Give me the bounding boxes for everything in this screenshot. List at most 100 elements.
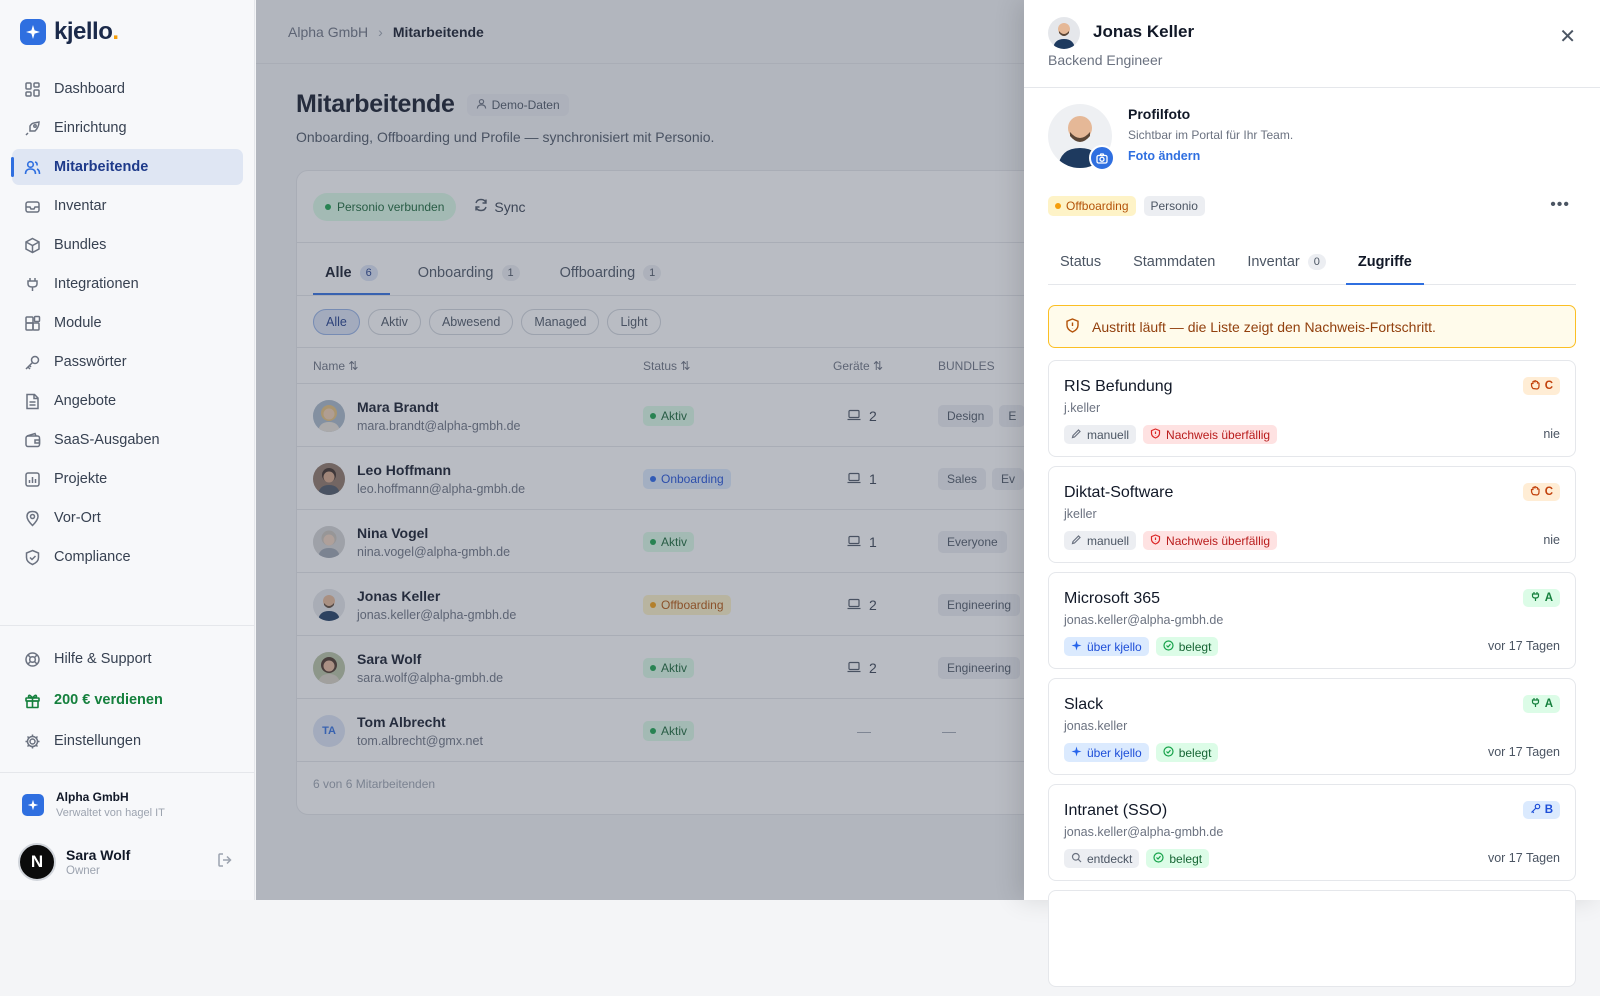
tab-inventar[interactable]: Inventar 0 bbox=[1235, 240, 1338, 285]
sidebar-item-label: Vor-Ort bbox=[54, 510, 101, 526]
close-icon[interactable]: ✕ bbox=[1559, 24, 1576, 49]
access-list: RIS Befundung j.keller manuell Nachweis … bbox=[1048, 360, 1576, 996]
plug-icon bbox=[1530, 591, 1541, 605]
profile-photo-section: Profilfoto Sichtbar im Portal für Ihr Te… bbox=[1048, 104, 1294, 171]
alert-icon bbox=[1150, 427, 1161, 442]
sidebar-item-label: Mitarbeitende bbox=[54, 159, 149, 175]
shield-icon bbox=[23, 548, 41, 566]
wallet-icon bbox=[23, 431, 41, 449]
sidebar-item-label: Hilfe & Support bbox=[54, 651, 152, 667]
package-icon bbox=[23, 236, 41, 254]
gift-icon bbox=[23, 691, 41, 709]
access-app-name: Intranet (SSO) bbox=[1064, 802, 1168, 819]
sidebar-item-label: Einstellungen bbox=[54, 733, 142, 749]
sidebar-item-mitarbeitende[interactable]: Mitarbeitende bbox=[11, 149, 243, 185]
sidebar-nav: Dashboard Einrichtung Mitarbeitende Inve… bbox=[11, 71, 243, 578]
last-seen: nie bbox=[1543, 533, 1560, 547]
pencil-icon bbox=[1071, 428, 1082, 442]
sidebar-item-projekte[interactable]: Projekte bbox=[12, 461, 243, 497]
sidebar-item-label: SaaS-Ausgaben bbox=[54, 432, 160, 448]
check-circle-icon bbox=[1153, 851, 1164, 866]
camera-icon[interactable] bbox=[1089, 145, 1115, 171]
sidebar-item-angebote[interactable]: Angebote bbox=[12, 383, 243, 419]
access-card[interactable]: Intranet (SSO) jonas.keller@alpha-gmbh.d… bbox=[1048, 784, 1576, 881]
sidebar-item-einstellungen[interactable]: Einstellungen bbox=[12, 723, 243, 759]
access-username: j.keller bbox=[1064, 401, 1101, 415]
evidence-tag: belegt bbox=[1155, 637, 1219, 656]
change-photo-link[interactable]: Foto ändern bbox=[1128, 149, 1293, 163]
last-seen: vor 17 Tagen bbox=[1487, 851, 1560, 865]
source-tag: manuell bbox=[1064, 531, 1137, 550]
org-managed-by: Verwaltet von hagel IT bbox=[56, 807, 165, 819]
user-profile[interactable]: N Sara Wolf Owner bbox=[18, 843, 233, 881]
blocks-icon bbox=[23, 314, 41, 332]
access-level-badge: A bbox=[1522, 589, 1560, 607]
source-tag: über kjello bbox=[1064, 743, 1149, 762]
org-name: Alpha GmbH bbox=[56, 790, 129, 804]
grid-icon bbox=[23, 80, 41, 98]
sidebar-item-einrichtung[interactable]: Einrichtung bbox=[12, 110, 243, 146]
user-role: Owner bbox=[66, 865, 100, 877]
inbox-icon bbox=[23, 197, 41, 215]
sidebar-item-dashboard[interactable]: Dashboard bbox=[12, 71, 243, 107]
check-circle-icon bbox=[1163, 639, 1174, 654]
source-badge: Personio bbox=[1143, 196, 1205, 216]
chart-icon bbox=[23, 470, 41, 488]
access-username: jkeller bbox=[1064, 507, 1097, 521]
source-tag: manuell bbox=[1064, 425, 1137, 444]
evidence-tag: Nachweis überfällig bbox=[1143, 425, 1278, 444]
profile-photo-hint: Sichtbar im Portal für Ihr Team. bbox=[1128, 128, 1294, 142]
last-seen: vor 17 Tagen bbox=[1487, 639, 1560, 653]
sidebar-divider bbox=[0, 625, 254, 626]
sidebar-item-label: 200 € verdienen bbox=[54, 692, 163, 708]
access-app-name: Microsoft 365 bbox=[1064, 590, 1161, 607]
access-card[interactable]: Diktat-Software jkeller manuell Nachweis… bbox=[1048, 466, 1576, 563]
sidebar-item-module[interactable]: Module bbox=[12, 305, 243, 341]
sidebar-item-label: Module bbox=[54, 315, 102, 331]
users-icon bbox=[23, 158, 41, 176]
access-card[interactable] bbox=[1048, 890, 1576, 987]
access-username: jonas.keller@alpha-gmbh.de bbox=[1064, 613, 1224, 627]
sidebar-item-bundles[interactable]: Bundles bbox=[12, 227, 243, 263]
rocket-icon bbox=[23, 119, 41, 137]
tab-status[interactable]: Status bbox=[1048, 240, 1113, 285]
key-icon bbox=[1530, 803, 1541, 817]
sidebar-item-label: Inventar bbox=[54, 198, 107, 214]
access-level-badge: A bbox=[1522, 695, 1560, 713]
drawer-tags: Offboarding Personio bbox=[1048, 196, 1205, 216]
sidebar-item-integrationen[interactable]: Integrationen bbox=[12, 266, 243, 302]
drawer-tabs: Status Stammdaten Inventar 0 Zugriffe bbox=[1048, 240, 1576, 285]
sidebar-item-passwoerter[interactable]: Passwörter bbox=[12, 344, 243, 380]
sidebar-item-saas-ausgaben[interactable]: SaaS-Ausgaben bbox=[12, 422, 243, 458]
sidebar-item-vor-ort[interactable]: Vor-Ort bbox=[12, 500, 243, 536]
sidebar-item-label: Projekte bbox=[54, 471, 108, 487]
sidebar-divider bbox=[0, 772, 254, 773]
drawer-employee-role: Backend Engineer bbox=[1048, 52, 1163, 68]
access-card[interactable]: Slack jonas.keller über kjello belegt vo… bbox=[1048, 678, 1576, 775]
hand-icon bbox=[1530, 379, 1541, 393]
evidence-tag: belegt bbox=[1146, 849, 1210, 868]
tab-count: 0 bbox=[1307, 254, 1326, 270]
pin-icon bbox=[23, 509, 41, 527]
app-name: kjello. bbox=[54, 18, 119, 45]
sidebar-item-referral[interactable]: 200 € verdienen bbox=[12, 682, 243, 718]
sidebar-item-label: Bundles bbox=[54, 237, 107, 253]
tab-zugriffe[interactable]: Zugriffe bbox=[1345, 240, 1424, 285]
tab-stammdaten[interactable]: Stammdaten bbox=[1121, 240, 1227, 285]
sidebar-item-compliance[interactable]: Compliance bbox=[12, 539, 243, 575]
access-card[interactable]: Microsoft 365 jonas.keller@alpha-gmbh.de… bbox=[1048, 572, 1576, 669]
sidebar-item-label: Dashboard bbox=[54, 81, 125, 97]
access-card[interactable]: RIS Befundung j.keller manuell Nachweis … bbox=[1048, 360, 1576, 457]
access-level-badge: B bbox=[1522, 801, 1560, 819]
access-username: jonas.keller bbox=[1064, 719, 1128, 733]
app-logo[interactable]: kjello. bbox=[20, 18, 119, 46]
sidebar-item-inventar[interactable]: Inventar bbox=[12, 188, 243, 224]
org-switcher[interactable]: Alpha GmbH Verwaltet von hagel IT bbox=[22, 790, 165, 819]
sidebar-item-hilfe[interactable]: Hilfe & Support bbox=[12, 641, 243, 677]
lifebuoy-icon bbox=[23, 650, 41, 668]
profile-photo[interactable] bbox=[1048, 104, 1115, 171]
logout-icon[interactable] bbox=[217, 852, 233, 873]
last-seen: vor 17 Tagen bbox=[1487, 745, 1560, 759]
more-options-icon[interactable]: ••• bbox=[1550, 196, 1570, 214]
sidebar-item-label: Angebote bbox=[54, 393, 117, 409]
